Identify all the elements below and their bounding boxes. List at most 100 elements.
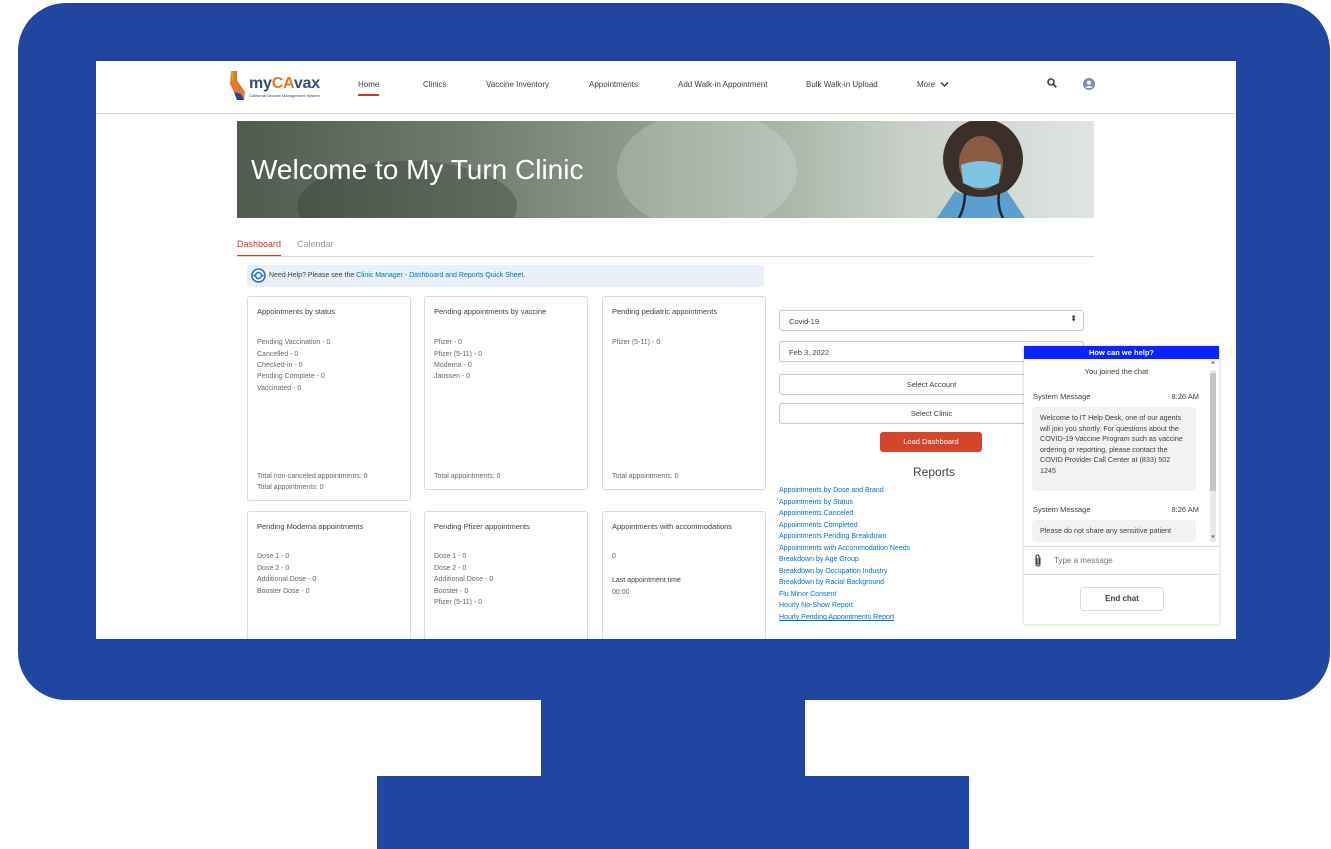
vaccine-line: Pfizer (5-11) - 0 (434, 351, 483, 358)
nav-more-label: More (917, 80, 936, 89)
top-navigation: myCAvax California Vaccine Management Sy… (96, 61, 1236, 114)
dose-line: Additional Dose - 0 (257, 576, 317, 583)
report-link[interactable]: Appointments Completed (779, 522, 858, 529)
logo-ca: CA (271, 75, 294, 92)
nav-appointments[interactable]: Appointments (589, 80, 638, 89)
card-title: Pending pediatric appointments (612, 307, 718, 316)
nav-vaccine-inventory[interactable]: Vaccine Inventory (486, 80, 549, 89)
chat-message: Welcome to IT Help Desk, one of our agen… (1032, 407, 1196, 491)
vaccine-line: Moderna - 0 (434, 362, 472, 369)
report-link[interactable]: Breakdown by Occupation Industry (779, 568, 888, 575)
logo-suffix: vax (293, 75, 320, 92)
help-lifebuoy-icon (251, 268, 266, 283)
accommodations-count: 0 (612, 553, 616, 560)
report-link[interactable]: Appointments with Accommodation Needs (779, 545, 910, 552)
status-line: Cancelled - 0 (257, 351, 299, 358)
message-time: 8:26 AM (1171, 392, 1199, 401)
scroll-down-icon[interactable] (1210, 534, 1216, 540)
chat-input-row (1024, 546, 1219, 575)
dose-line: Booster - 0 (434, 588, 469, 595)
dose-line: Dose 1 - 0 (434, 553, 467, 560)
card-pending-pfizer: Pending Pfizer appointments Dose 1 - 0 D… (424, 511, 588, 639)
load-dashboard-button[interactable]: Load Dashboard (880, 432, 982, 452)
nav-home[interactable]: Home (358, 80, 380, 96)
vaccine-line: Janssen - 0 (434, 373, 471, 380)
status-line: Checked-in - 0 (257, 362, 303, 369)
date-picker-value: Feb 3, 2022 (789, 348, 830, 357)
dose-line: Pfizer (5-11) - 0 (434, 599, 483, 606)
search-icon[interactable] (1047, 78, 1057, 88)
chat-message: Please do not share any sensitive patien… (1032, 520, 1196, 542)
report-link[interactable]: Appointments by Status (779, 499, 853, 506)
report-link[interactable]: Appointments Canceled (779, 510, 853, 517)
status-line: Vaccinated - 0 (257, 385, 302, 392)
dose-line: Dose 1 - 0 (257, 553, 290, 560)
end-chat-button[interactable]: End chat (1080, 587, 1164, 611)
help-suffix: . (523, 272, 526, 279)
message-sender: System Message (1033, 392, 1091, 401)
status-line: Pending Vaccination - 0 (257, 339, 331, 346)
report-link[interactable]: Appointments Pending Breakdown (779, 533, 886, 540)
user-avatar-icon[interactable] (1083, 78, 1095, 90)
pediatric-line: Pfizer (5-11) - 0 (612, 339, 661, 346)
chat-widget: How can we help? You joined the chat Sys… (1024, 346, 1219, 624)
monitor-neck (541, 700, 805, 780)
status-line: Pending Complete - 0 (257, 373, 325, 380)
scroll-up-icon[interactable] (1210, 359, 1216, 365)
last-appointment-label: Last appointment time (612, 577, 681, 584)
card-title: Appointments by status (257, 307, 335, 316)
nurse-photo (937, 121, 1025, 218)
nav-add-walk-in[interactable]: Add Walk-in Appointment (678, 80, 768, 89)
card-total: Total appointments: 0 (257, 484, 324, 491)
banner-title: Welcome to My Turn Clinic (251, 154, 584, 185)
dose-line: Additional Dose - 0 (434, 576, 494, 583)
help-notice: Need Help? Please see the Clinic Manager… (247, 265, 764, 287)
nav-clinics[interactable]: Clinics (423, 80, 447, 89)
card-title: Pending Pfizer appointments (434, 522, 530, 531)
nav-bulk-walk-in[interactable]: Bulk Walk-in Upload (806, 80, 878, 89)
dose-line: Dose 2 - 0 (257, 565, 290, 572)
reports-heading: Reports (913, 465, 956, 479)
report-link[interactable]: Breakdown by Age Group (779, 556, 859, 563)
nav-more[interactable]: More (917, 80, 949, 89)
vaccine-select-value: Covid-19 (789, 317, 820, 326)
card-title: Pending Moderna appointments (257, 522, 364, 531)
chat-scrollbar[interactable] (1210, 370, 1216, 542)
report-link[interactable]: Flu Minor Consent (779, 591, 836, 598)
help-quick-sheet-link[interactable]: Clinic Manager - Dashboard and Reports Q… (356, 272, 523, 279)
welcome-banner: Welcome to My Turn Clinic (237, 121, 1094, 218)
card-title: Appointments with accommodations (612, 522, 733, 531)
chat-joined-notice: You joined the chat (1084, 367, 1149, 376)
dose-line: Booster Dose - 0 (257, 588, 310, 595)
message-sender: System Message (1033, 505, 1091, 514)
report-link[interactable]: Appointments by Dose and Brand (779, 487, 884, 494)
scrollbar-thumb[interactable] (1210, 373, 1216, 491)
report-link[interactable]: Hourly Pending Appointments Report (779, 614, 894, 621)
card-total: Total appointments: 0 (434, 473, 501, 480)
chat-header: How can we help? (1024, 346, 1219, 359)
card-total: Total non-canceled appointments: 0 (257, 473, 368, 480)
app-screen: myCAvax California Vaccine Management Sy… (96, 61, 1236, 639)
tab-dashboard[interactable]: Dashboard (237, 239, 282, 257)
vaccine-select[interactable]: Covid-19 ⬍ (779, 310, 1084, 331)
card-accommodations: Appointments with accommodations 0 Last … (602, 511, 766, 639)
logo-prefix: my (249, 75, 272, 92)
tab-calendar[interactable]: Calendar (297, 239, 334, 249)
paperclip-icon[interactable] (1034, 554, 1042, 567)
logo-subtitle: California Vaccine Management System (249, 93, 320, 98)
vaccine-line: Pfizer - 0 (434, 339, 463, 346)
card-pending-moderna: Pending Moderna appointments Dose 1 - 0 … (247, 511, 411, 639)
card-appointments-by-status: Appointments by status Pending Vaccinati… (247, 296, 411, 501)
card-title: Pending appointments by vaccine (434, 307, 547, 316)
report-link[interactable]: Breakdown by Racial Background (779, 579, 884, 586)
california-logo-icon (230, 71, 245, 100)
monitor-base (377, 776, 969, 849)
card-total: Total appointments: 0 (612, 473, 679, 480)
chat-message-input[interactable] (1052, 555, 1206, 566)
tab-divider (237, 256, 1094, 257)
app-logo[interactable]: myCAvax (249, 75, 320, 93)
report-link[interactable]: Hourly No-Show Report (779, 602, 853, 609)
dose-line: Dose 2 - 0 (434, 565, 467, 572)
card-pending-by-vaccine: Pending appointments by vaccine Pfizer -… (424, 296, 588, 490)
chevron-down-icon (940, 82, 949, 88)
